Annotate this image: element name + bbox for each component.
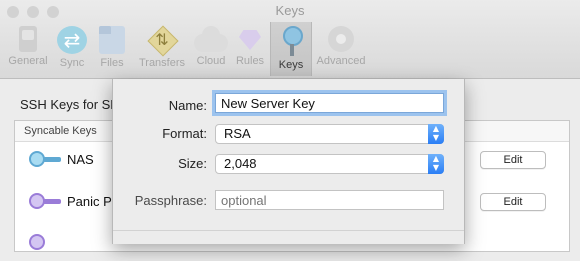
toolbar-item-cloud[interactable]: Cloud bbox=[192, 22, 230, 76]
new-key-sheet: Name: Format: RSA ▲▼ Size: 2,048 ▲▼ Pass… bbox=[112, 79, 465, 244]
cloud-icon bbox=[194, 26, 228, 52]
toolbar-item-transfers[interactable]: Transfers bbox=[134, 22, 190, 76]
key-name-field[interactable] bbox=[215, 93, 444, 113]
window-titlebar: Keys General Sync Files Transfers Cloud … bbox=[0, 0, 580, 79]
rules-icon bbox=[237, 30, 263, 52]
section-title: SSH Keys for SF bbox=[20, 97, 119, 112]
format-label: Format: bbox=[162, 126, 207, 141]
toolbar-item-advanced[interactable]: Advanced bbox=[314, 22, 368, 76]
toolbar-label: General bbox=[8, 55, 48, 67]
toolbar-label: Advanced bbox=[316, 55, 366, 67]
key-icon bbox=[29, 151, 63, 167]
preferences-toolbar: General Sync Files Transfers Cloud Rules… bbox=[0, 22, 380, 76]
toolbar-label: Transfers bbox=[138, 57, 186, 69]
toolbar-item-general[interactable]: General bbox=[4, 22, 52, 76]
window-title: Keys bbox=[275, 3, 305, 18]
toolbar-label: Rules bbox=[235, 55, 265, 67]
chevron-updown-icon: ▲ ▼ bbox=[428, 154, 444, 174]
key-icon bbox=[279, 26, 303, 56]
toolbar-item-files[interactable]: Files bbox=[94, 22, 130, 76]
edit-button[interactable]: Edit bbox=[480, 151, 546, 169]
passphrase-field[interactable] bbox=[215, 190, 444, 210]
transfers-icon bbox=[148, 26, 176, 54]
edit-button[interactable]: Edit bbox=[480, 193, 546, 211]
general-icon bbox=[19, 26, 37, 52]
key-icon bbox=[29, 193, 63, 209]
toolbar-label: Files bbox=[100, 57, 124, 69]
chevron-updown-icon: ▲ ▼ bbox=[428, 124, 444, 144]
sync-icon bbox=[57, 26, 87, 54]
key-name: Panic Pr bbox=[67, 194, 117, 209]
files-icon bbox=[99, 26, 125, 54]
size-select[interactable]: 2,048 ▲ ▼ bbox=[215, 154, 444, 174]
gear-icon bbox=[328, 26, 354, 52]
toolbar-item-sync[interactable]: Sync bbox=[54, 22, 90, 76]
name-label: Name: bbox=[168, 98, 207, 113]
size-value: 2,048 bbox=[224, 156, 257, 171]
key-name: NAS bbox=[67, 152, 94, 167]
key-icon bbox=[29, 234, 63, 250]
divider bbox=[113, 230, 464, 231]
toolbar-label: Sync bbox=[59, 57, 85, 69]
toolbar-label: Keys bbox=[278, 59, 304, 71]
passphrase-label: Passphrase: bbox=[134, 193, 207, 208]
toolbar-item-rules[interactable]: Rules bbox=[232, 22, 268, 76]
format-select[interactable]: RSA ▲ ▼ bbox=[215, 124, 444, 144]
toolbar-item-keys[interactable]: Keys bbox=[270, 22, 312, 76]
toolbar-label: Cloud bbox=[196, 55, 226, 67]
size-label: Size: bbox=[178, 156, 207, 171]
format-value: RSA bbox=[224, 126, 251, 141]
